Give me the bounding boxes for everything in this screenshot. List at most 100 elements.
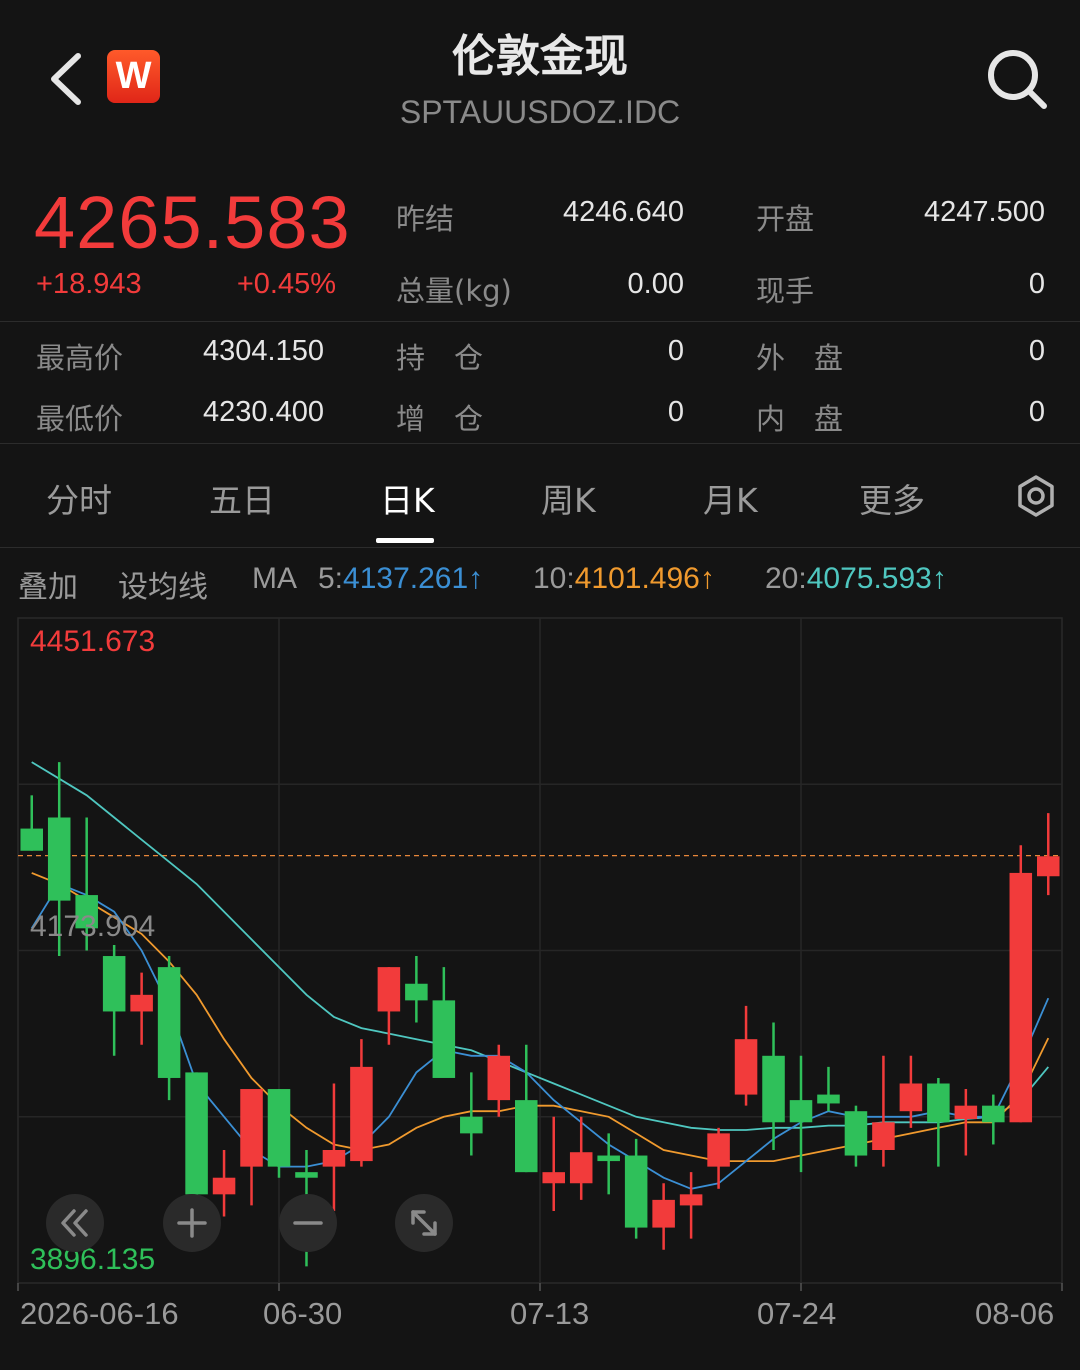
minus-icon <box>293 1221 323 1225</box>
candle-body-down <box>185 1072 208 1195</box>
value-open: 4247.500 <box>924 196 1045 228</box>
label-inner-volume: 内 盘 <box>756 402 844 436</box>
value-volume: 0.00 <box>627 268 684 300</box>
price-change-percent: +0.45% <box>236 268 336 300</box>
value-high: 4304.150 <box>203 335 324 367</box>
label-high: 最高价 <box>36 341 124 375</box>
candle-body-down <box>295 1172 318 1178</box>
ma5-label: 5: <box>318 562 344 595</box>
candle-body-up <box>899 1083 923 1112</box>
candle-body-down <box>405 983 428 1001</box>
label-current-lot: 现手 <box>756 274 815 308</box>
ma5-value: 4137.261↑ <box>343 562 484 595</box>
active-tab-indicator <box>376 538 434 543</box>
plus-icon <box>177 1208 207 1238</box>
expand-icon <box>411 1210 437 1236</box>
candle-body-down <box>624 1155 648 1228</box>
ma-label: MA <box>252 562 297 595</box>
candlestick-chart[interactable] <box>0 600 1080 1370</box>
page-title: 伦敦金现 <box>452 31 628 82</box>
ma20-value: 4075.593↑ <box>806 562 947 595</box>
candle-body-up <box>569 1152 593 1184</box>
tab-intraday[interactable]: 分时 <box>46 474 112 522</box>
candle-body-down <box>789 1100 813 1123</box>
rewind-button[interactable] <box>46 1194 104 1252</box>
x-axis-label: 2026-06-16 <box>20 1296 179 1331</box>
label-outer-volume: 外 盘 <box>756 341 844 375</box>
candle-body-up <box>652 1199 675 1228</box>
candle-body-down <box>460 1116 483 1134</box>
value-prev-settle: 4246.640 <box>563 196 684 228</box>
candle-body-down <box>844 1111 868 1156</box>
candle-body-up <box>1036 856 1060 877</box>
candle-body-up <box>212 1177 236 1195</box>
candle-body-up <box>240 1089 263 1167</box>
candle-body-up <box>350 1066 373 1162</box>
last-price: 4265.583 <box>34 181 351 264</box>
candle-body-up <box>679 1194 703 1206</box>
candle-body-down <box>102 956 126 1012</box>
tab-weekly-k[interactable]: 周K <box>541 474 596 522</box>
search-icon[interactable] <box>982 44 1052 114</box>
candle-body-down <box>597 1155 620 1162</box>
candle-body-up <box>542 1172 566 1184</box>
label-open-interest: 持 仓 <box>396 341 484 375</box>
chart-mid-label: 4173.904 <box>30 910 156 943</box>
value-low: 4230.400 <box>203 396 324 428</box>
value-inner-volume: 0 <box>1028 396 1045 428</box>
zoom-out-button[interactable] <box>279 1194 337 1252</box>
candle-body-up <box>707 1133 730 1167</box>
candle-body-up <box>734 1039 758 1095</box>
value-outer-volume: 0 <box>1028 335 1045 367</box>
x-axis-label: 07-13 <box>510 1296 590 1331</box>
ma10-legend: 10:4101.496↑ <box>533 562 715 596</box>
candle-body-down <box>514 1100 538 1173</box>
tab-five-day[interactable]: 五日 <box>209 474 275 522</box>
ma5-legend: 5:4137.261↑ <box>318 562 483 596</box>
candle-body-down <box>817 1094 840 1104</box>
tab-more[interactable]: 更多 <box>859 474 925 522</box>
price-change: +18.943 <box>36 268 142 300</box>
gear-icon[interactable] <box>1014 474 1058 518</box>
candle-body-up <box>130 994 153 1012</box>
ma20-legend: 20:4075.593↑ <box>765 562 947 596</box>
zoom-in-button[interactable] <box>163 1194 221 1252</box>
fullscreen-button[interactable] <box>395 1194 453 1252</box>
ma10-label: 10: <box>533 562 575 595</box>
divider <box>0 321 1080 322</box>
header: W 伦敦金现 SPTAUUSDOZ.IDC <box>0 0 1080 160</box>
tab-monthly-k[interactable]: 月K <box>703 474 758 522</box>
candle-body-up <box>954 1105 978 1119</box>
candle-body-down <box>20 828 44 851</box>
value-open-interest: 0 <box>667 335 684 367</box>
candle-body-up <box>487 1055 511 1101</box>
candle-body-down <box>432 1000 456 1078</box>
candle-body-down <box>927 1083 950 1123</box>
double-chevron-left-icon <box>61 1209 88 1237</box>
candle-body-up <box>322 1150 346 1167</box>
label-open: 开盘 <box>756 202 815 236</box>
candle-body-up <box>872 1122 895 1150</box>
divider <box>0 547 1080 548</box>
label-low: 最低价 <box>36 402 124 436</box>
ma10-value: 4101.496↑ <box>574 562 715 595</box>
candle-body-up <box>377 967 401 1012</box>
label-oi-change: 增 仓 <box>396 402 484 436</box>
value-oi-change: 0 <box>667 396 684 428</box>
value-current-lot: 0 <box>1028 268 1045 300</box>
label-prev-settle: 昨结 <box>396 202 455 236</box>
tab-daily-k[interactable]: 日K <box>380 474 435 522</box>
candle-body-up <box>1009 872 1033 1123</box>
x-axis-label: 08-06 <box>975 1296 1055 1331</box>
candle-body-down <box>47 817 71 901</box>
candle-body-down <box>267 1089 291 1167</box>
chart-max-label: 4451.673 <box>30 625 156 658</box>
x-axis-label: 06-30 <box>263 1296 343 1331</box>
divider <box>0 443 1080 444</box>
candle-body-down <box>762 1055 785 1123</box>
instrument-code: SPTAUUSDOZ.IDC <box>399 94 681 130</box>
ma20-label: 20: <box>765 562 807 595</box>
candle-body-down <box>157 967 181 1078</box>
candle-body-down <box>982 1105 1005 1123</box>
label-volume: 总量(kg) <box>396 274 512 308</box>
